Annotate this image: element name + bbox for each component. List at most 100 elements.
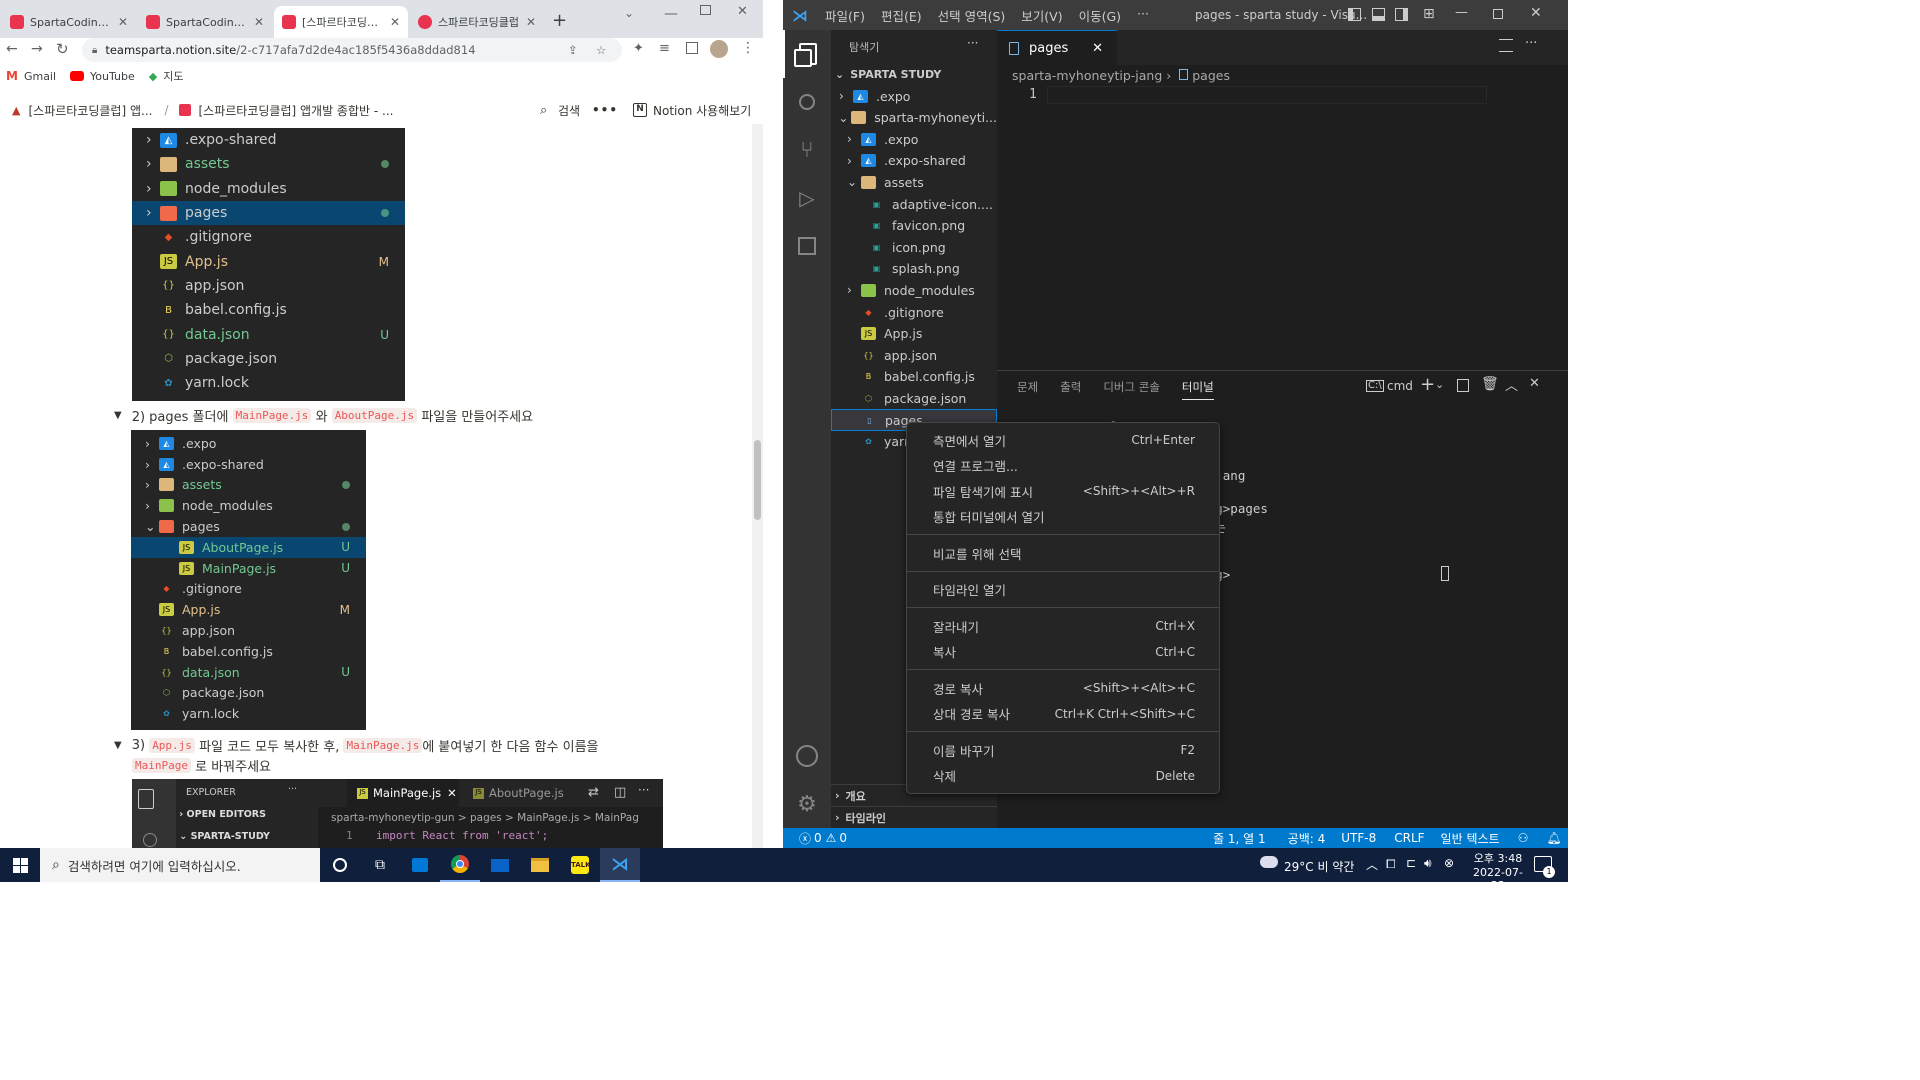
explorer-tree-item[interactable]: JS App.js xyxy=(831,323,997,345)
search-activity[interactable] xyxy=(783,78,831,126)
share-icon[interactable]: ⇪ xyxy=(568,43,578,57)
taskbar-search-box[interactable]: ⌕ 검색하려면 여기에 입력하십시오. xyxy=(40,848,320,882)
task-view-icon[interactable]: ⧉ xyxy=(360,848,400,882)
menu-item[interactable]: 선택 영역(S) xyxy=(938,6,1006,25)
bookmark-maps[interactable]: 지도 xyxy=(163,68,183,84)
editor-tab-pages[interactable]: pages ✕ xyxy=(997,30,1117,65)
context-menu-item[interactable]: 잘라내기 Ctrl+X xyxy=(907,613,1219,639)
explorer-tree-item[interactable]: Bbabel.config.js xyxy=(831,366,997,388)
maximize-icon[interactable] xyxy=(700,5,711,15)
customize-layout-icon[interactable]: ⊞ xyxy=(1423,6,1435,22)
cortana-button[interactable] xyxy=(320,848,360,882)
language-mode[interactable]: 일반 텍스트 xyxy=(1441,830,1500,847)
volume-icon[interactable]: 🔊︎ xyxy=(1424,856,1432,871)
ime-icon[interactable]: ⊗ xyxy=(1444,856,1454,870)
source-control-icon[interactable]: ⑂ xyxy=(783,126,831,174)
manage-gear-icon[interactable]: ⚙ xyxy=(783,780,831,828)
editor-breadcrumb[interactable]: sparta-myhoneytip-jang › pages xyxy=(1012,68,1230,83)
explorer-tree-item[interactable]: ▣ splash.png xyxy=(831,258,997,280)
reading-list-icon[interactable]: ≡ xyxy=(659,41,670,56)
close-window-icon[interactable]: ✕ xyxy=(1530,5,1542,21)
explorer-more-icon[interactable]: ··· xyxy=(967,36,978,50)
context-menu-item[interactable]: 상대 경로 복사 Ctrl+K Ctrl+<Shift>+C xyxy=(907,701,1219,727)
toggle-triangle-icon[interactable]: ▼ xyxy=(114,410,122,421)
timeline-section[interactable]: › 타임라인 xyxy=(831,806,997,828)
store-app[interactable] xyxy=(400,848,440,882)
accounts-activity[interactable] xyxy=(783,732,831,780)
context-menu-item[interactable]: 삭제 Delete xyxy=(907,763,1219,789)
encoding[interactable]: UTF-8 xyxy=(1341,831,1376,845)
explorer-tree-item[interactable]: › ◭ .expo xyxy=(831,128,997,150)
close-tab-icon[interactable]: ✕ xyxy=(118,15,128,29)
toggle-panel-icon[interactable] xyxy=(1372,8,1385,21)
split-terminal-icon[interactable] xyxy=(1457,379,1469,392)
warning-icon[interactable]: ⚠ xyxy=(826,831,837,845)
context-menu-item[interactable]: 연결 프로그램... xyxy=(907,453,1219,479)
context-menu-item[interactable]: 이름 바꾸기 F2 xyxy=(907,737,1219,763)
toggle-triangle-icon[interactable]: ▼ xyxy=(114,740,122,751)
network-icon[interactable]: ⊏ xyxy=(1406,856,1416,870)
warning-count[interactable]: 0 xyxy=(839,831,847,845)
close-tab-icon[interactable]: ✕ xyxy=(390,15,400,29)
extensions-icon[interactable]: ✦ xyxy=(633,41,644,56)
editor-area[interactable]: sparta-myhoneytip-jang › pages 1 xyxy=(997,65,1568,365)
breadcrumb-current[interactable]: [스파르타코딩클럽] 앱개발 종합반 - ... xyxy=(199,102,394,119)
extensions-activity[interactable] xyxy=(783,222,831,270)
maximize-icon[interactable] xyxy=(1493,9,1503,19)
run-debug-icon[interactable]: ▷ xyxy=(783,174,831,222)
browser-tab-3-active[interactable]: [스파르타코딩클럽 ✕ xyxy=(274,6,408,38)
panel-tab[interactable]: 문제 xyxy=(1017,379,1038,400)
feedback-icon[interactable]: ⚇ xyxy=(1518,831,1529,845)
cursor-position[interactable]: 줄 1, 열 1 xyxy=(1213,830,1266,847)
explorer-tree-item[interactable]: {} app.json xyxy=(831,344,997,366)
tray-app-icon[interactable]: ⧠ xyxy=(1386,857,1396,872)
forward-icon[interactable]: → xyxy=(31,41,43,57)
more-options-icon[interactable]: ••• xyxy=(592,103,618,117)
reload-icon[interactable]: ↻ xyxy=(56,40,69,58)
context-menu-item[interactable]: 통합 터미널에서 열기 xyxy=(907,504,1219,530)
explorer-tree-item[interactable]: ⌄ assets xyxy=(831,171,997,193)
menu-item[interactable]: ··· xyxy=(1137,6,1149,25)
back-icon[interactable]: ← xyxy=(6,41,18,57)
start-button[interactable] xyxy=(0,848,40,882)
profile-avatar[interactable] xyxy=(710,40,728,58)
bookmark-star-icon[interactable]: ☆ xyxy=(596,43,606,57)
context-menu-item[interactable]: 측면에서 열기 Ctrl+Enter xyxy=(907,427,1219,453)
close-window-icon[interactable]: ✕ xyxy=(737,4,748,19)
terminal-shell-label[interactable]: cmd xyxy=(1387,379,1413,393)
close-tab-icon[interactable]: ✕ xyxy=(1092,41,1103,56)
menu-item[interactable]: 편집(E) xyxy=(881,6,922,25)
menu-item[interactable]: 파일(F) xyxy=(825,6,865,25)
project-header[interactable]: ⌄ SPARTA STUDY xyxy=(831,63,997,85)
explorer-tree-item[interactable]: ▣ favicon.png xyxy=(831,215,997,237)
chevron-down-icon[interactable]: ⌄ xyxy=(1435,378,1444,391)
error-icon[interactable]: ⓧ xyxy=(799,830,811,847)
try-notion-button[interactable]: Notion 사용해보기 xyxy=(653,102,751,119)
mail-app[interactable] xyxy=(480,848,520,882)
notion-search-button[interactable]: 검색 xyxy=(558,102,580,119)
chrome-app[interactable] xyxy=(440,848,480,882)
explorer-tree-item[interactable]: › node_modules xyxy=(831,279,997,301)
maximize-panel-icon[interactable]: ︿ xyxy=(1505,375,1518,394)
explorer-tree-item[interactable]: ⬡ package.json xyxy=(831,387,997,409)
trash-icon[interactable]: 🗑︎ xyxy=(1481,376,1499,392)
tray-chevron-icon[interactable]: ︿ xyxy=(1366,856,1378,873)
indentation[interactable]: 공백: 4 xyxy=(1288,830,1326,847)
explorer-activity[interactable] xyxy=(783,30,831,78)
file-explorer-app[interactable] xyxy=(520,848,560,882)
panel-tab[interactable]: 디버그 콘솔 xyxy=(1103,379,1160,400)
menu-item[interactable]: 이동(G) xyxy=(1079,6,1121,25)
toggle-secondary-sidebar-icon[interactable] xyxy=(1395,8,1408,21)
panel-tab[interactable]: 출력 xyxy=(1060,379,1081,400)
error-count[interactable]: 0 xyxy=(814,831,822,845)
side-panel-icon[interactable] xyxy=(686,42,698,54)
notifications-bell-icon[interactable]: 🔔︎ xyxy=(1546,831,1561,845)
page-scrollbar-thumb[interactable] xyxy=(754,440,761,520)
context-menu-item[interactable]: 파일 탐색기에 표시 <Shift>+<Alt>+R xyxy=(907,478,1219,504)
explorer-tree-item[interactable]: ▣ icon.png xyxy=(831,236,997,258)
address-bar[interactable]: 🔒︎ teamsparta.notion.site/2-c717afa7d2de… xyxy=(82,38,622,62)
context-menu-item[interactable]: 타임라인 열기 xyxy=(907,577,1219,603)
clock[interactable]: 오후 3:48 2022-07-22 xyxy=(1470,850,1526,892)
browser-tab-2[interactable]: SpartaCodingClub ✕ xyxy=(138,6,272,38)
explorer-tree-item[interactable]: › ◭ .expo-shared xyxy=(831,150,997,172)
